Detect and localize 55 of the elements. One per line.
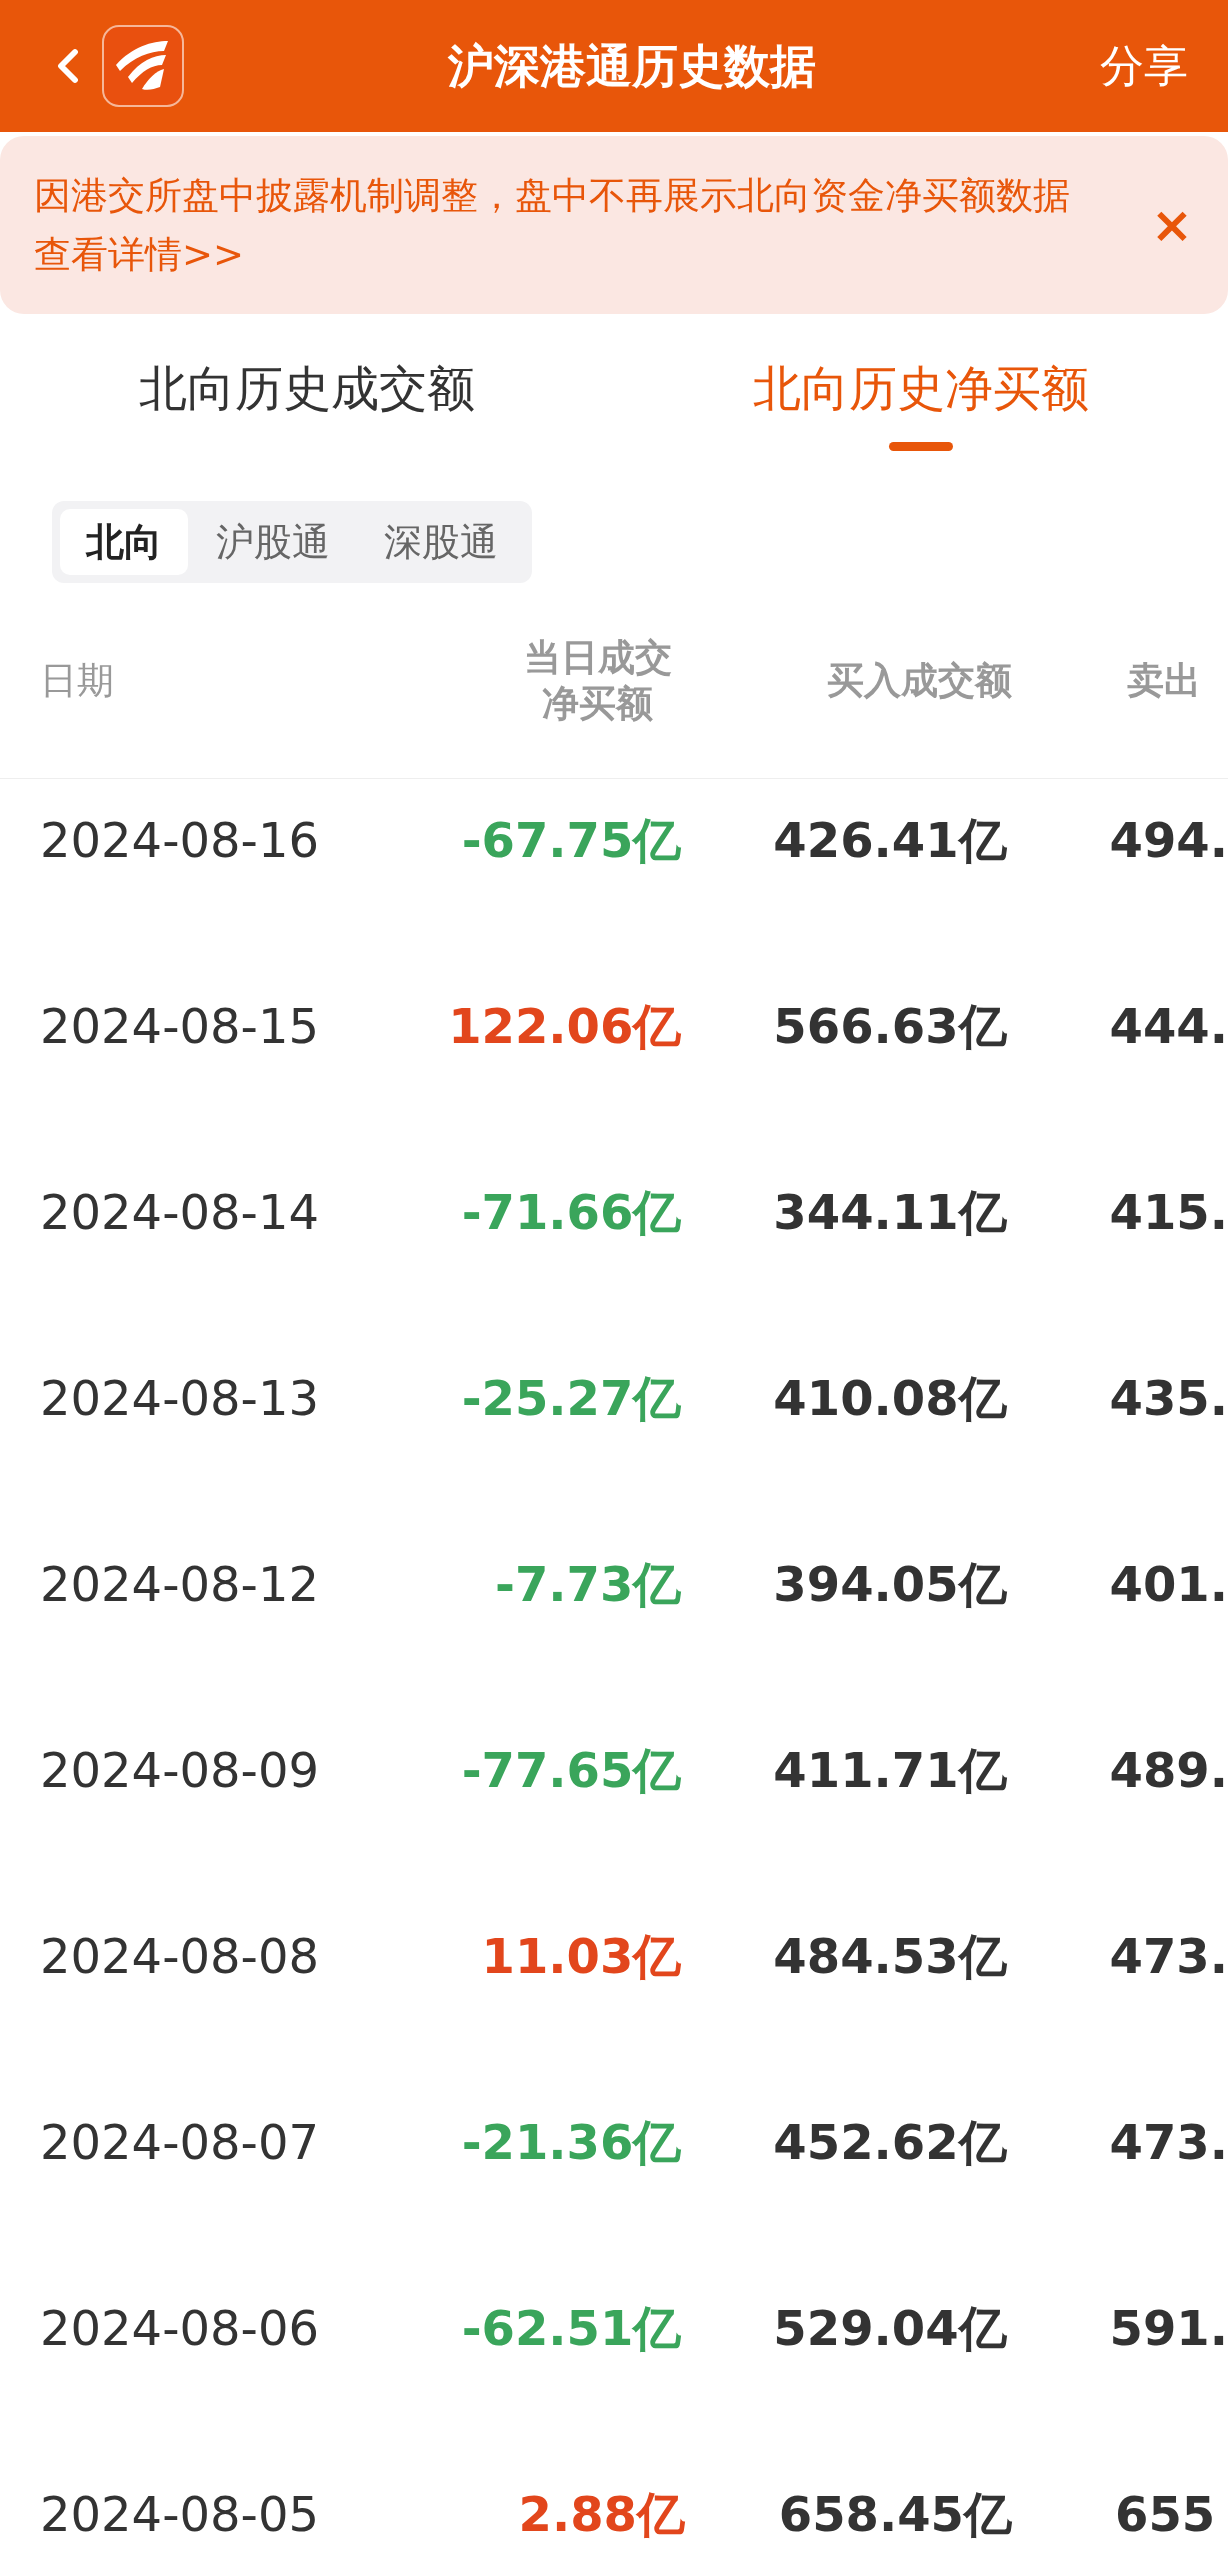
segment-tab[interactable]: 北向: [60, 509, 188, 575]
column-header: 当日成交净买额: [522, 634, 673, 727]
app-logo-icon[interactable]: [102, 25, 184, 107]
date-cell-text: 2024-08-15: [40, 997, 320, 1056]
share-button[interactable]: 分享: [1100, 33, 1188, 99]
buy-amount-cell-text: 394.05亿: [772, 1555, 1007, 1614]
date-cell-text: 2024-08-07: [40, 2113, 320, 2172]
date-cell-text: 2024-08-16: [40, 811, 320, 870]
buy-amount-cell-text: 529.04亿: [772, 2299, 1007, 2358]
net-buy-cell-text: -21.36亿: [460, 2113, 682, 2172]
sell-amount-cell-text: 444.: [1109, 997, 1228, 1056]
buy-amount-cell-text: 411.71亿: [772, 1741, 1007, 1800]
buy-amount-cell-text: 566.63亿: [772, 997, 1007, 1056]
buy-amount-cell-text: 426.41亿: [772, 811, 1007, 870]
date-cell-text: 2024-08-13: [40, 1369, 320, 1428]
buy-amount-cell-text: 658.45亿: [777, 2485, 1012, 2544]
sell-amount-cell-text: 435.: [1109, 1369, 1228, 1428]
date-cell-text: 2024-08-12: [40, 1555, 320, 1614]
sell-amount-cell-text: 591.: [1109, 2299, 1228, 2358]
segment-tab[interactable]: 沪股通: [190, 509, 356, 575]
net-buy-cell-text: -77.65亿: [460, 1741, 682, 1800]
date-cell-text: 2024-08-14: [40, 1183, 320, 1242]
tab[interactable]: 北向历史成交额: [0, 314, 614, 494]
date-cell-text: 2024-08-05: [40, 2485, 320, 2544]
sell-amount-cell-text: 401.: [1109, 1555, 1228, 1614]
close-button[interactable]: ×: [1142, 187, 1202, 263]
net-buy-cell-text: 122.06亿: [447, 997, 682, 1056]
date-cell-text: 2024-08-09: [40, 1741, 320, 1800]
net-buy-cell-text: 2.88亿: [517, 2485, 685, 2544]
sell-amount-cell-text: 473.: [1109, 1927, 1228, 1986]
date-cell-text: 2024-08-06: [40, 2299, 320, 2358]
buy-amount-cell-text: 344.11亿: [772, 1183, 1007, 1242]
date-cell-text: 2024-08-08: [40, 1927, 320, 1986]
net-buy-cell-text: -62.51亿: [460, 2299, 682, 2358]
buy-amount-cell-text: 410.08亿: [772, 1369, 1007, 1428]
net-buy-cell-text: -71.66亿: [460, 1183, 682, 1242]
column-header: 卖出: [1126, 657, 1201, 704]
sell-amount-cell-text: 489.: [1109, 1741, 1228, 1800]
net-buy-cell-text: -7.73亿: [494, 1555, 682, 1614]
net-buy-cell-text: -25.27亿: [460, 1369, 682, 1428]
net-buy-cell-text: 11.03亿: [480, 1927, 682, 1986]
buy-amount-cell-text: 452.62亿: [772, 2113, 1007, 2172]
column-header: 买入成交额: [826, 657, 1012, 704]
tab[interactable]: 北向历史净买额: [614, 314, 1228, 494]
buy-amount-cell-text: 484.53亿: [772, 1927, 1007, 1986]
sell-amount-cell-text: 655: [1115, 2485, 1216, 2544]
column-header: 日期: [40, 657, 115, 704]
sell-amount-cell-text: 494.: [1109, 811, 1228, 870]
page-title: 沪深港通历史数据: [447, 37, 817, 95]
sell-amount-cell-text: 415.: [1109, 1183, 1228, 1242]
notice-text: 因港交所盘中披露机制调整，盘中不再展示北向资金净买额数据 查看详情>>: [34, 173, 1071, 278]
segment-tab[interactable]: 深股通: [358, 509, 524, 575]
details-link[interactable]: 查看详情>>: [34, 233, 244, 276]
sell-amount-cell-text: 473.: [1109, 2113, 1228, 2172]
net-buy-cell-text: -67.75亿: [460, 811, 682, 870]
